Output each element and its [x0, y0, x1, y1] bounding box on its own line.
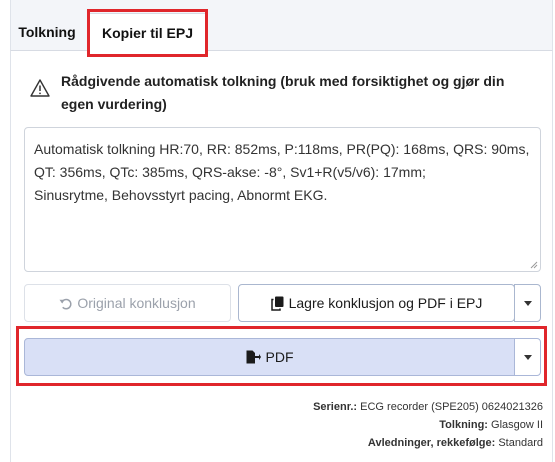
copy-icon [270, 296, 284, 311]
leads-order-line: Avledninger, rekkefølge: Standard [368, 437, 543, 449]
serial-number-line: Serienr.: ECG recorder (SPE205) 06240213… [313, 401, 543, 413]
tolkning-label: Tolkning: [439, 419, 488, 431]
resize-handle-icon[interactable] [530, 261, 538, 269]
leads-label: Avledninger, rekkefølge: [367, 437, 496, 449]
undo-icon [59, 298, 72, 309]
interpretation-textarea[interactable]: Automatisk tolkning HR:70, RR: 852ms, P:… [24, 127, 541, 272]
serial-label: Serienr.: [313, 401, 358, 413]
save-to-epj-label: Lagre konklusjon og PDF i EPJ [288, 295, 483, 311]
original-conclusion-label: Original konklusjon [77, 295, 196, 311]
save-to-epj-button[interactable]: Lagre konklusjon og PDF i EPJ [238, 284, 515, 322]
warning-triangle-icon [30, 79, 50, 97]
warning-text: Rådgivende automatisk tolkning (bruk med… [61, 73, 505, 112]
interpretation-method-line: Tolkning: Glasgow II [439, 419, 543, 431]
serial-value: ECG recorder (SPE205) 0624021326 [360, 401, 543, 413]
highlight-box-pdf [16, 326, 547, 386]
tolkning-value: Glasgow II [491, 419, 543, 431]
highlight-box-tab [87, 9, 208, 57]
save-options-dropdown-button[interactable] [514, 284, 541, 322]
chevron-down-icon [523, 300, 532, 306]
leads-value: Standard [498, 437, 543, 449]
original-conclusion-button[interactable]: Original konklusjon [24, 284, 231, 322]
tab-tolkning[interactable]: Tolkning [14, 14, 80, 51]
